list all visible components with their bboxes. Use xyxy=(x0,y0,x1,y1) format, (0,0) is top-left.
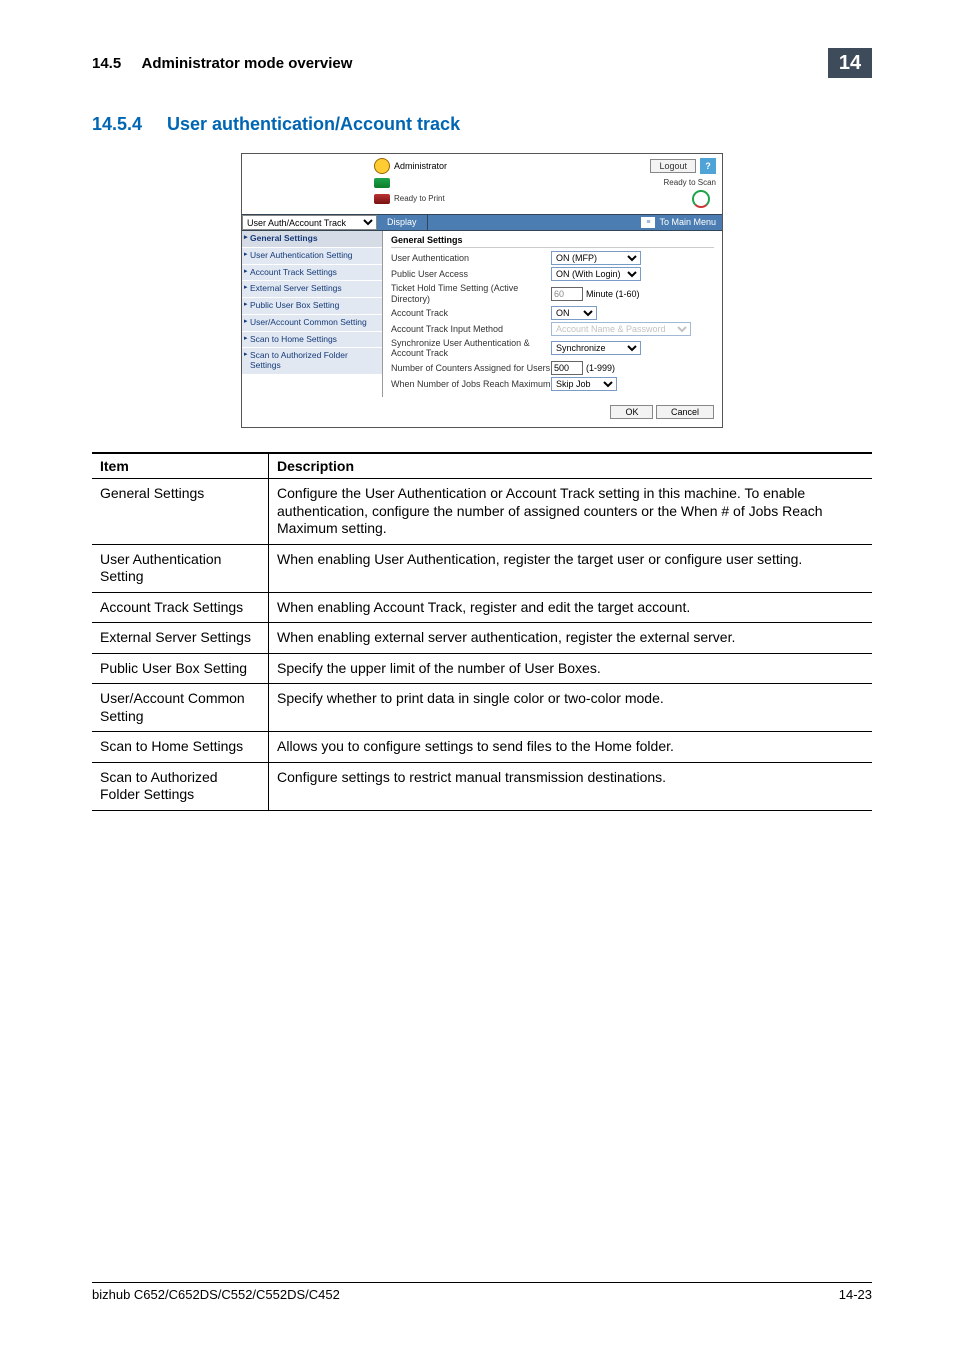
screenshot-panel: Administrator Logout ? Ready to Scan Rea… xyxy=(241,153,723,428)
form-title: General Settings xyxy=(391,235,714,248)
suffix-counters: (1-999) xyxy=(586,363,615,373)
table-row: Public User Box SettingSpecify the upper… xyxy=(92,653,872,684)
sidebar-item-common[interactable]: User/Account Common Setting xyxy=(242,315,382,332)
title-text: User authentication/Account track xyxy=(167,114,460,134)
th-item: Item xyxy=(92,453,269,479)
admin-icon xyxy=(374,158,390,174)
select-account-track[interactable]: ON xyxy=(551,306,597,320)
select-max-jobs[interactable]: Skip Job xyxy=(551,377,617,391)
title-number: 14.5.4 xyxy=(92,114,162,135)
page-footer: bizhub C652/C652DS/C552/C552DS/C452 14-2… xyxy=(92,1282,872,1302)
label-public-user: Public User Access xyxy=(391,269,551,279)
th-desc: Description xyxy=(269,453,873,479)
select-input-method: Account Name & Password xyxy=(551,322,691,336)
category-select[interactable]: User Auth/Account Track xyxy=(242,215,377,230)
chapter-badge: 14 xyxy=(828,48,872,78)
display-button[interactable]: Display xyxy=(377,215,427,229)
description-table: Item Description General SettingsConfigu… xyxy=(92,452,872,811)
cell-item: Scan to Home Settings xyxy=(92,732,269,763)
sidebar-item-public-box[interactable]: Public User Box Setting xyxy=(242,298,382,315)
ok-button[interactable]: OK xyxy=(610,405,653,419)
sidebar-item-scan-auth-folder[interactable]: Scan to Authorized Folder Settings xyxy=(242,348,382,375)
select-sync[interactable]: Synchronize xyxy=(551,341,641,355)
select-user-auth[interactable]: ON (MFP) xyxy=(551,251,641,265)
sidebar-item-account-track[interactable]: Account Track Settings xyxy=(242,265,382,282)
table-row: General SettingsConfigure the User Authe… xyxy=(92,479,872,545)
cell-desc: When enabling Account Track, register an… xyxy=(269,592,873,623)
input-counters[interactable] xyxy=(551,361,583,375)
cell-item: Scan to Authorized Folder Settings xyxy=(92,762,269,810)
to-main-menu-link[interactable]: ≡ To Main Menu xyxy=(635,217,722,228)
input-ticket-hold[interactable] xyxy=(551,287,583,301)
label-input-method: Account Track Input Method xyxy=(391,324,551,334)
table-row: External Server SettingsWhen enabling ex… xyxy=(92,623,872,654)
cell-item: Public User Box Setting xyxy=(92,653,269,684)
admin-label: Administrator xyxy=(394,161,447,171)
header-left: 14.5 Administrator mode overview xyxy=(92,55,352,72)
scan-icon xyxy=(374,178,390,188)
refresh-icon[interactable] xyxy=(692,190,710,208)
sidebar-item-user-auth[interactable]: User Authentication Setting xyxy=(242,248,382,265)
print-icon xyxy=(374,194,390,204)
table-row: User Authentication SettingWhen enabling… xyxy=(92,544,872,592)
to-main-label: To Main Menu xyxy=(659,217,716,227)
to-main-icon: ≡ xyxy=(641,217,655,228)
label-sync: Synchronize User Authentication & Accoun… xyxy=(391,338,551,359)
footer-left: bizhub C652/C652DS/C552/C552DS/C452 xyxy=(92,1287,340,1302)
sidebar-item-scan-home[interactable]: Scan to Home Settings xyxy=(242,332,382,349)
cell-desc: Configure settings to restrict manual tr… xyxy=(269,762,873,810)
section-number: 14.5 xyxy=(92,55,121,72)
ready-scan-text: Ready to Scan xyxy=(664,178,716,187)
table-row: User/Account Common SettingSpecify wheth… xyxy=(92,684,872,732)
select-public-user[interactable]: ON (With Login) xyxy=(551,267,641,281)
cell-desc: When enabling User Authentication, regis… xyxy=(269,544,873,592)
label-counters: Number of Counters Assigned for Users xyxy=(391,363,551,373)
cell-item: User/Account Common Setting xyxy=(92,684,269,732)
table-row: Scan to Home SettingsAllows you to confi… xyxy=(92,732,872,763)
cell-desc: Configure the User Authentication or Acc… xyxy=(269,479,873,545)
label-account-track: Account Track xyxy=(391,308,551,318)
logout-button[interactable]: Logout xyxy=(650,159,696,173)
table-row: Account Track SettingsWhen enabling Acco… xyxy=(92,592,872,623)
cell-desc: Specify whether to print data in single … xyxy=(269,684,873,732)
section-title-text: Administrator mode overview xyxy=(142,55,353,72)
cell-item: Account Track Settings xyxy=(92,592,269,623)
cell-desc: Allows you to configure settings to send… xyxy=(269,732,873,763)
running-header: 14.5 Administrator mode overview 14 xyxy=(92,48,872,84)
label-max-jobs: When Number of Jobs Reach Maximum xyxy=(391,379,551,389)
sidebar-item-general[interactable]: General Settings xyxy=(242,231,382,248)
cell-item: General Settings xyxy=(92,479,269,545)
cancel-button[interactable]: Cancel xyxy=(656,405,714,419)
label-user-auth: User Authentication xyxy=(391,253,551,263)
label-ticket-hold: Ticket Hold Time Setting (Active Directo… xyxy=(391,283,551,304)
cell-item: External Server Settings xyxy=(92,623,269,654)
cell-item: User Authentication Setting xyxy=(92,544,269,592)
cell-desc: When enabling external server authentica… xyxy=(269,623,873,654)
footer-right: 14-23 xyxy=(839,1287,872,1302)
page-title: 14.5.4 User authentication/Account track xyxy=(92,114,872,135)
sidebar: General Settings User Authentication Set… xyxy=(242,231,383,397)
table-row: Scan to Authorized Folder SettingsConfig… xyxy=(92,762,872,810)
suffix-ticket-hold: Minute (1-60) xyxy=(586,289,640,299)
ready-print-text: Ready to Print xyxy=(394,194,445,203)
help-icon[interactable]: ? xyxy=(700,158,716,174)
cell-desc: Specify the upper limit of the number of… xyxy=(269,653,873,684)
sidebar-item-external-server[interactable]: External Server Settings xyxy=(242,281,382,298)
